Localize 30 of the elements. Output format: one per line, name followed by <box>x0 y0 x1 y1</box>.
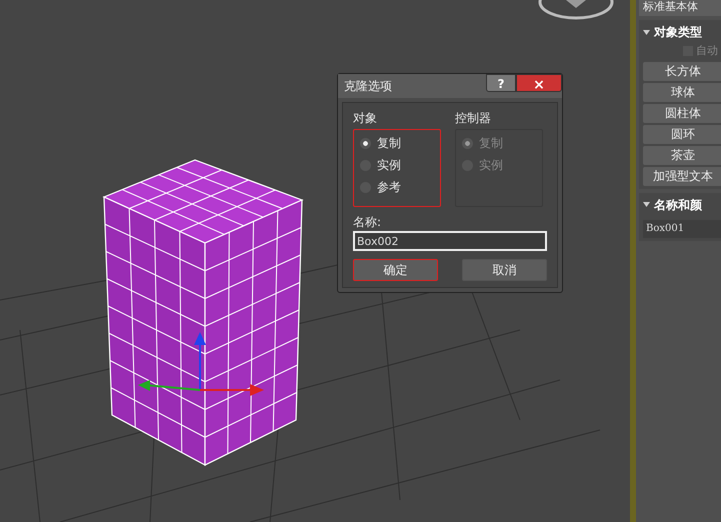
radio-button[interactable] <box>360 138 371 148</box>
dialog-button[interactable]: 取消 <box>462 259 547 281</box>
group-title: 控制器 <box>455 110 492 127</box>
radio-label: 实例 <box>377 157 401 174</box>
primitive-button[interactable]: 加强型文本 <box>643 166 721 186</box>
radio-label: 复制 <box>377 135 401 152</box>
checkbox-label: 自动 <box>696 43 718 59</box>
rollout-arrow-icon[interactable] <box>643 28 650 36</box>
radio-label: 实例 <box>479 157 503 174</box>
rollout-title[interactable]: 对象类型 <box>654 23 702 41</box>
rollout-title[interactable]: 名称和颜 <box>654 196 702 214</box>
rollout-arrow-icon[interactable] <box>643 201 650 208</box>
primitive-button[interactable]: 圆环 <box>643 124 721 144</box>
help-button[interactable]: ? <box>486 74 516 92</box>
dialog-title: 克隆选项 <box>344 78 392 95</box>
primitive-button[interactable]: 长方体 <box>643 62 721 80</box>
radio-label: 参考 <box>377 179 401 196</box>
name-input-field[interactable]: Box002 <box>353 231 547 251</box>
group-title: 对象 <box>353 110 378 127</box>
primitive-button[interactable]: 茶壶 <box>643 146 721 164</box>
dropdown[interactable]: 标准基本体 <box>639 0 721 16</box>
transform-gizmo-icon <box>138 332 264 396</box>
object-name-field[interactable]: Box001 <box>643 220 721 238</box>
radio-label: 复制 <box>479 135 503 152</box>
primitive-button[interactable]: 圆柱体 <box>643 104 721 122</box>
dialog-button[interactable]: 确定 <box>353 259 438 281</box>
primitive-button[interactable]: 球体 <box>643 82 721 102</box>
viewcube-icon <box>538 0 614 20</box>
close-button[interactable]: × <box>516 74 562 92</box>
name-label: 名称: <box>353 214 382 231</box>
